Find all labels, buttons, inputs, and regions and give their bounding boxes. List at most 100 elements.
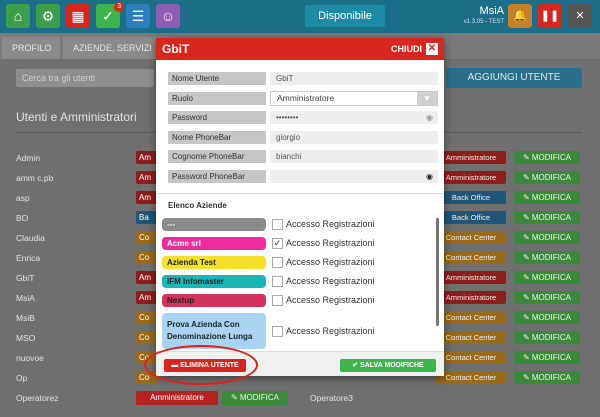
input-value: giorgio xyxy=(276,132,301,142)
users-icon[interactable]: ☺ xyxy=(156,4,180,28)
access-recordings-label: Accesso Registrazioni xyxy=(286,325,375,336)
modify-button[interactable]: ✎ MODIFICA xyxy=(514,331,580,344)
tab-profilo[interactable]: PROFILO xyxy=(2,37,60,59)
modify-button[interactable]: ✎ MODIFICA xyxy=(514,271,580,284)
pause-icon[interactable]: ❚❚ xyxy=(538,4,562,28)
role-badge: Amministratore xyxy=(136,391,218,405)
company-tag: --- xyxy=(162,218,266,231)
role-badge: Contact Center xyxy=(436,351,506,364)
close-label[interactable]: CHIUDI xyxy=(391,44,422,54)
access-recordings-checkbox[interactable] xyxy=(272,219,283,230)
role-badge: Co xyxy=(136,331,158,344)
modify-button[interactable]: ✎ MODIFICA xyxy=(514,191,580,204)
modify-button[interactable]: ✎ MODIFICA xyxy=(514,311,580,324)
nome-utente-input[interactable]: GbiT xyxy=(270,72,438,85)
notification-badge: 3 xyxy=(114,2,124,12)
list-icon[interactable]: ☰ xyxy=(126,4,150,28)
input-value: •••••••• xyxy=(276,113,299,122)
company-tag: Azienda Test xyxy=(162,256,266,269)
search-input[interactable]: Cerca tra gli utenti xyxy=(16,69,154,87)
save-changes-button[interactable]: ✔ SALVA MODIFICHE xyxy=(340,359,436,372)
edit-user-modal: GbiT CHIUDI ✕ Nome Utente GbiT Ruolo Ammini… xyxy=(156,38,444,376)
access-recordings-label: Accesso Registrazioni xyxy=(286,238,375,248)
role-badge: Am xyxy=(136,271,158,284)
user-row-name: Enrica xyxy=(16,253,41,263)
status-button[interactable]: Disponibile xyxy=(305,5,385,27)
role-badge: Amministratore xyxy=(436,271,506,284)
user-row-name: GbiT xyxy=(16,273,35,283)
modal-header: GbiT CHIUDI ✕ xyxy=(156,38,444,60)
user-row-name: Op xyxy=(16,373,28,383)
role-badge: Am xyxy=(136,171,158,184)
access-recordings-checkbox[interactable] xyxy=(272,276,283,287)
save-changes-label: SALVA MODIFICHE xyxy=(360,362,424,369)
modify-button[interactable]: ✎ MODIFICA xyxy=(514,211,580,224)
access-recordings-checkbox[interactable]: ✓ xyxy=(272,238,283,249)
field-label: Password PhoneBar xyxy=(168,169,266,183)
role-badge: Co xyxy=(136,251,158,264)
modify-button[interactable]: ✎ MODIFICA xyxy=(222,391,288,405)
role-badge: Co xyxy=(136,231,158,244)
role-badge: Am xyxy=(136,291,158,304)
role-badge: Amministratore xyxy=(436,291,506,304)
close-app-icon[interactable]: ✕ xyxy=(568,4,592,28)
access-recordings-checkbox[interactable] xyxy=(272,257,283,268)
user-row-name: BO xyxy=(16,213,29,223)
divider xyxy=(156,193,444,194)
role-badge: Amministratore xyxy=(436,171,506,184)
gear-icon[interactable]: ⚙ xyxy=(36,4,60,28)
role-badge: Back Office xyxy=(436,191,506,204)
role-badge: Co xyxy=(136,311,158,324)
cognome-phonebar-input[interactable]: bianchi xyxy=(270,150,438,163)
field-label: Nome Utente xyxy=(168,72,266,85)
add-user-button[interactable]: AGGIUNGI UTENTE xyxy=(446,68,582,88)
user-row-name: nuovoe xyxy=(16,353,44,363)
role-badge: Back Office xyxy=(436,211,506,224)
bell-icon[interactable]: 🔔 xyxy=(508,4,532,28)
modify-button[interactable]: ✎ MODIFICA xyxy=(514,371,580,384)
modify-button[interactable]: ✎ MODIFICA xyxy=(514,151,580,164)
access-recordings-label: Accesso Registrazioni xyxy=(286,276,375,286)
eye-icon[interactable]: ◉ xyxy=(426,111,433,124)
chevron-down-icon: ▼ xyxy=(417,91,437,105)
input-value: GbiT xyxy=(276,74,294,83)
nome-phonebar-input[interactable]: giorgio xyxy=(270,130,438,144)
access-recordings-checkbox[interactable] xyxy=(272,295,283,306)
scrollbar[interactable] xyxy=(436,218,439,326)
role-badge: Contact Center xyxy=(436,251,506,264)
modify-button[interactable]: ✎ MODIFICA xyxy=(514,171,580,184)
modify-button[interactable]: ✎ MODIFICA xyxy=(514,251,580,264)
user-row-name: asp xyxy=(16,193,30,203)
user-row-name: MSO xyxy=(16,333,36,343)
field-label: Nome PhoneBar xyxy=(168,130,266,144)
modify-button[interactable]: ✎ MODIFICA xyxy=(514,231,580,244)
field-label: Ruolo xyxy=(168,91,266,105)
modify-button[interactable]: ✎ MODIFICA xyxy=(514,291,580,304)
role-badge: Amministratore xyxy=(436,151,506,164)
password-input[interactable]: •••••••• ◉ xyxy=(270,111,438,124)
close-icon[interactable]: ✕ xyxy=(426,43,438,55)
access-recordings-label: Accesso Registrazioni xyxy=(286,257,375,267)
user-row-name: Operatore3 xyxy=(310,393,353,403)
calendar-icon[interactable]: ▦ xyxy=(66,4,90,28)
role-badge: Contact Center xyxy=(436,311,506,324)
company-tag: Prova Azienda Con Denominazione Lunga xyxy=(162,313,266,349)
access-recordings-label: Accesso Registrazioni xyxy=(286,219,375,229)
user-row-name: MsiB xyxy=(16,313,35,323)
user-row-name: Claudia xyxy=(16,233,45,243)
home-icon[interactable]: ⌂ xyxy=(6,4,30,28)
access-recordings-checkbox[interactable] xyxy=(272,325,283,337)
user-row-name: Operatorez xyxy=(16,393,59,403)
role-badge: Contact Center xyxy=(436,331,506,344)
role-select[interactable]: Amministratore ▼ xyxy=(270,90,438,106)
highlight-annotation xyxy=(144,345,258,385)
role-badge: Contact Center xyxy=(436,371,506,384)
role-select-value: Amministratore xyxy=(277,92,335,103)
check-icon[interactable]: ✓ 3 xyxy=(96,2,124,28)
role-badge: Am xyxy=(136,191,158,204)
company-tag: Acme srl xyxy=(162,237,266,250)
modify-button[interactable]: ✎ MODIFICA xyxy=(514,351,580,364)
eye-icon[interactable]: ◉ xyxy=(426,170,433,183)
aziende-title: Elenco Aziende xyxy=(168,201,227,210)
password-phonebar-input[interactable]: ◉ xyxy=(270,169,438,183)
